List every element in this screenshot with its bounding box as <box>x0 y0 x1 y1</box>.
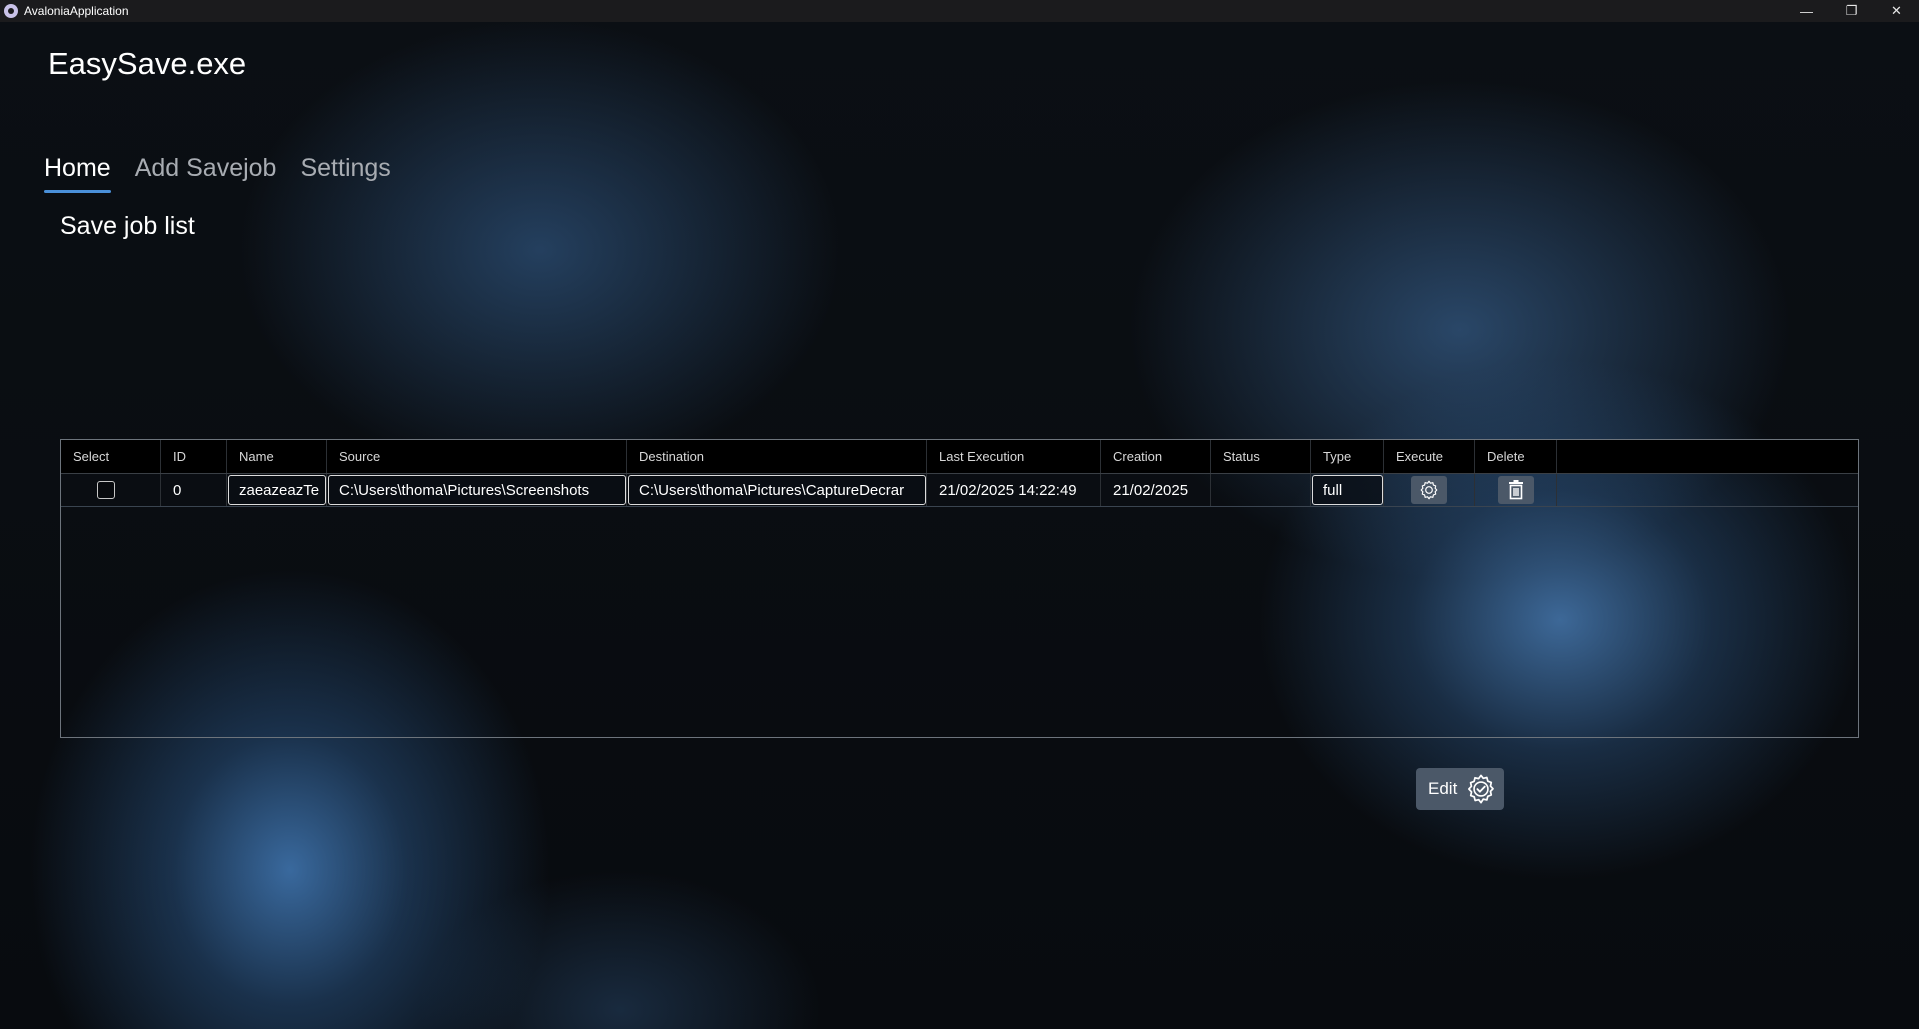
table-row[interactable]: 0 zaeazeazTe C:\Users\thoma\Pictures\Scr… <box>61 474 1858 507</box>
column-header-execute[interactable]: Execute <box>1384 440 1475 473</box>
creation-cell: 21/02/2025 <box>1101 474 1211 506</box>
column-header-name[interactable]: Name <box>227 440 327 473</box>
app-title: EasySave.exe <box>48 46 247 81</box>
tab-add-savejob[interactable]: Add Savejob <box>135 154 277 193</box>
type-cell: full <box>1311 474 1384 506</box>
tab-settings[interactable]: Settings <box>300 154 390 193</box>
name-field[interactable]: zaeazeazTe <box>228 475 326 505</box>
window-title: AvaloniaApplication <box>24 4 129 18</box>
window-title-bar: AvaloniaApplication — ❐ ✕ <box>0 0 1919 22</box>
status-cell <box>1211 474 1311 506</box>
grid-header: Select ID Name Source Destination Last E… <box>61 440 1858 474</box>
execute-cell <box>1384 474 1475 506</box>
source-cell: C:\Users\thoma\Pictures\Screenshots <box>327 474 627 506</box>
column-header-last-execution[interactable]: Last Execution <box>927 440 1101 473</box>
column-header-select[interactable]: Select <box>61 440 161 473</box>
restore-button[interactable]: ❐ <box>1829 0 1874 22</box>
delete-cell <box>1475 474 1557 506</box>
type-field[interactable]: full <box>1312 475 1383 505</box>
destination-field[interactable]: C:\Users\thoma\Pictures\CaptureDecrar <box>628 475 926 505</box>
avalonia-logo-icon <box>4 4 18 18</box>
edit-button[interactable]: Edit <box>1416 768 1504 810</box>
column-header-creation[interactable]: Creation <box>1101 440 1211 473</box>
source-field[interactable]: C:\Users\thoma\Pictures\Screenshots <box>328 475 626 505</box>
execute-button[interactable] <box>1411 476 1447 504</box>
column-header-type[interactable]: Type <box>1311 440 1384 473</box>
name-cell: zaeazeazTe <box>227 474 327 506</box>
column-header-status[interactable]: Status <box>1211 440 1311 473</box>
column-header-delete[interactable]: Delete <box>1475 440 1557 473</box>
column-header-destination[interactable]: Destination <box>627 440 927 473</box>
save-job-grid: Select ID Name Source Destination Last E… <box>60 439 1859 738</box>
destination-cell: C:\Users\thoma\Pictures\CaptureDecrar <box>627 474 927 506</box>
section-title: Save job list <box>60 212 195 240</box>
id-cell: 0 <box>161 474 227 506</box>
gear-icon <box>1420 480 1438 500</box>
column-header-id[interactable]: ID <box>161 440 227 473</box>
last-execution-cell: 21/02/2025 14:22:49 <box>927 474 1101 506</box>
gear-check-icon <box>1468 774 1495 804</box>
main-nav: Home Add Savejob Settings <box>44 154 415 193</box>
select-cell <box>61 474 161 506</box>
column-header-source[interactable]: Source <box>327 440 627 473</box>
trash-icon <box>1508 480 1523 500</box>
tab-home[interactable]: Home <box>44 154 111 193</box>
select-checkbox[interactable] <box>97 481 115 499</box>
minimize-button[interactable]: — <box>1784 0 1829 22</box>
window-controls: — ❐ ✕ <box>1784 0 1919 22</box>
delete-button[interactable] <box>1497 476 1534 504</box>
close-button[interactable]: ✕ <box>1874 0 1919 22</box>
edit-button-label: Edit <box>1428 779 1458 798</box>
